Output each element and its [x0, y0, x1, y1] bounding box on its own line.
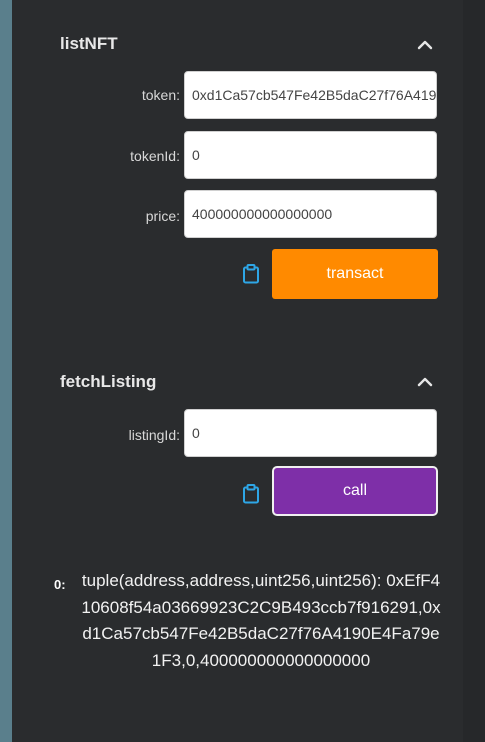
- field-label-token: token:: [141, 87, 180, 103]
- call-button[interactable]: call: [272, 466, 438, 516]
- chevron-up-icon[interactable]: [414, 374, 436, 390]
- price-input[interactable]: 400000000000000000: [184, 190, 437, 238]
- result-value: tuple(address,address,uint256,uint256): …: [81, 571, 441, 670]
- listingid-input[interactable]: 0: [184, 409, 437, 457]
- clipboard-icon[interactable]: [242, 264, 260, 284]
- transact-button[interactable]: transact: [272, 249, 438, 299]
- clipboard-icon[interactable]: [242, 484, 260, 504]
- section-title-listnft: listNFT: [60, 34, 118, 53]
- section-title-fetchlisting: fetchListing: [60, 372, 157, 391]
- chevron-up-icon[interactable]: [414, 37, 436, 53]
- token-input[interactable]: 0xd1Ca57cb547Fe42B5daC27f76A4190E4Fa79e1…: [184, 71, 437, 119]
- scroll-gutter: [463, 0, 485, 742]
- field-label-tokenid: tokenId:: [130, 148, 180, 164]
- field-label-listingid: listingId:: [128, 427, 180, 443]
- result-index: 0:: [54, 577, 66, 592]
- field-label-price: price:: [145, 208, 180, 224]
- tokenid-input[interactable]: 0: [184, 131, 437, 179]
